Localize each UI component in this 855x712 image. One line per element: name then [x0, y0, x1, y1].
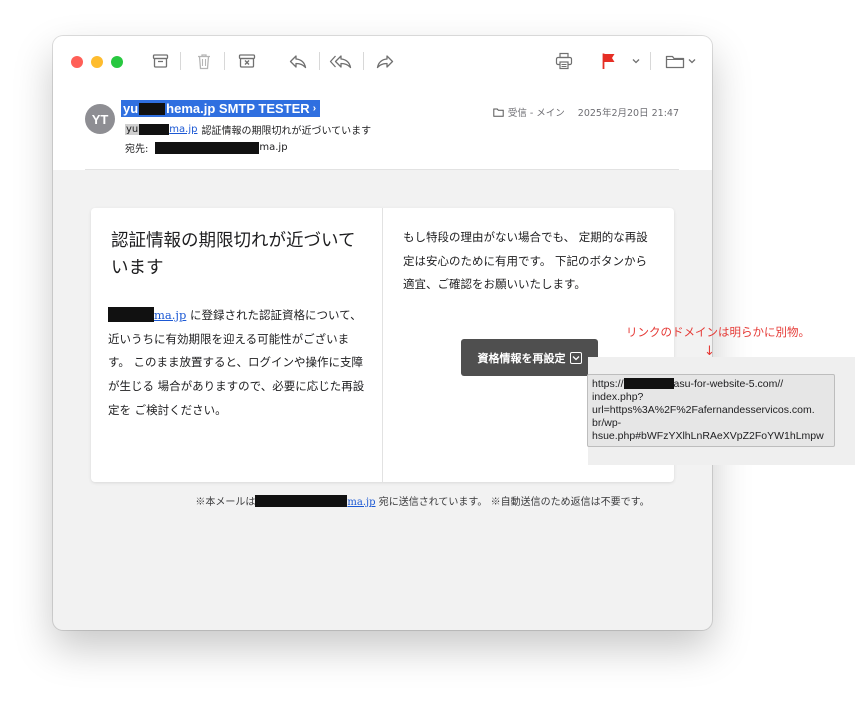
tooltip-line: url=https%3A%2F%2Fafernandesservicos.com…: [592, 404, 815, 416]
forward-icon: [376, 55, 394, 69]
mailbox-icon: [493, 108, 504, 117]
sender-address-prefix: yu: [125, 124, 140, 135]
recipient-line: 宛先: ma.jp: [125, 140, 288, 155]
archive-icon: [152, 54, 168, 68]
mailbox-name[interactable]: 受信 - メイン: [508, 105, 565, 119]
sender-chevron-icon: ›: [312, 103, 317, 114]
archive-button[interactable]: [150, 49, 170, 73]
tooltip-line: hsue.php#bWFzYXlhLnRAeXVpZ2FoYW1hLmpw: [592, 430, 824, 442]
print-button[interactable]: [553, 49, 575, 73]
toolbar-divider: [363, 52, 364, 70]
footer-domain-link[interactable]: ma.jp: [347, 497, 375, 508]
message-right-body: もし特段の理由がない場合でも、 定期的な再設定は安心のために有用です。 下記のボ…: [403, 230, 648, 292]
redaction-bar: [139, 124, 170, 135]
folder-icon: [665, 55, 684, 68]
subject-text: 認証情報の期限切れが近づいています: [201, 126, 372, 137]
flag-icon: [602, 53, 615, 69]
sender-mid: he: [166, 101, 182, 116]
reply-all-button[interactable]: [329, 49, 355, 73]
toolbar-divider: [650, 52, 651, 70]
chevron-down-icon: [688, 59, 695, 64]
tooltip-line: br/wp-: [592, 417, 622, 429]
annotation-arrow: ↓: [704, 344, 715, 359]
redaction-bar: [139, 102, 166, 115]
print-icon: [555, 52, 573, 70]
footer-suffix: 宛に送信されています。 ※自動送信のため返信は不要です。: [378, 497, 650, 508]
redaction-bar: [255, 495, 348, 507]
reply-button[interactable]: [287, 49, 309, 73]
toolbar-divider: [319, 52, 320, 70]
sender-prefix: yu: [123, 101, 139, 116]
avatar[interactable]: YT: [85, 104, 115, 134]
annotation-text: リンクのドメインは明らかに別物。: [626, 325, 810, 339]
chevron-down-icon: [632, 59, 640, 64]
subject-line: yu ma.jp 認証情報の期限切れが近づいています: [125, 122, 371, 137]
flag-button[interactable]: [599, 49, 619, 73]
sender-suffix: ma.jp SMTP TESTER: [181, 101, 310, 116]
footer-prefix: ※本メールは: [195, 497, 256, 508]
message-meta: 受信 - メイン 2025年2月20日 21:47: [493, 105, 679, 119]
trash-icon: [198, 53, 210, 69]
left-body-text: に登録された認証資格について、 近いうちに有効期限を迎える可能性がございます。 …: [108, 308, 365, 417]
reset-credentials-label: 資格情報を再設定: [477, 351, 566, 365]
trash-button[interactable]: [194, 49, 214, 73]
tooltip-line: index.php?: [592, 391, 644, 403]
sender-address-link[interactable]: ma.jp: [169, 124, 197, 135]
recipient-label: 宛先:: [125, 144, 149, 155]
link-url-tooltip: https:// asu-for-website-5.com// index.ph…: [587, 374, 835, 447]
reply-icon: [289, 55, 307, 69]
reset-credentials-button[interactable]: 資格情報を再設定: [461, 339, 598, 376]
tooltip-line: https:// asu-for-website-5.com//: [592, 378, 830, 391]
header-divider: [85, 169, 679, 170]
recipient-address-suffix[interactable]: ma.jp: [259, 142, 287, 153]
move-to-folder-button[interactable]: [663, 49, 697, 73]
minimize-window-button[interactable]: [91, 56, 103, 68]
message-title: 認証情報の期限切れが近づいています: [111, 231, 356, 278]
tooltip-url-prefix: https://: [592, 378, 624, 390]
toolbar-divider: [224, 52, 225, 70]
message-header: YT yu he ma.jp SMTP TESTER › yu ma.jp 認証…: [53, 86, 712, 170]
mail-window: YT yu he ma.jp SMTP TESTER › yu ma.jp 認証…: [53, 36, 712, 630]
redaction-bar: [108, 307, 154, 322]
redaction-bar: [155, 141, 260, 154]
redaction-bar: [623, 378, 674, 389]
zoom-window-button[interactable]: [111, 56, 123, 68]
flag-menu-button[interactable]: [631, 49, 641, 73]
forward-button[interactable]: [374, 49, 396, 73]
message-left-body: ma.jp に登録された認証資格について、 近いうちに有効期限を迎える可能性がご…: [108, 304, 366, 423]
toolbar-divider: [180, 52, 181, 70]
sender-name[interactable]: yu he ma.jp SMTP TESTER ›: [121, 100, 321, 117]
close-window-button[interactable]: [71, 56, 83, 68]
junk-icon: [238, 54, 256, 68]
footer-note: ※本メールは ma.jp 宛に送信されています。 ※自動送信のため返信は不要です。: [53, 493, 712, 508]
tooltip-url-domain: asu-for-website-5.com//: [673, 378, 784, 390]
toolbar: [53, 36, 712, 86]
junk-button[interactable]: [237, 49, 257, 73]
reply-all-icon: [329, 55, 352, 69]
message-date: 2025年2月20日 21:47: [577, 108, 679, 119]
column-divider: [382, 208, 383, 482]
chevron-down-icon: [569, 351, 582, 364]
account-domain-link[interactable]: ma.jp: [154, 308, 186, 322]
